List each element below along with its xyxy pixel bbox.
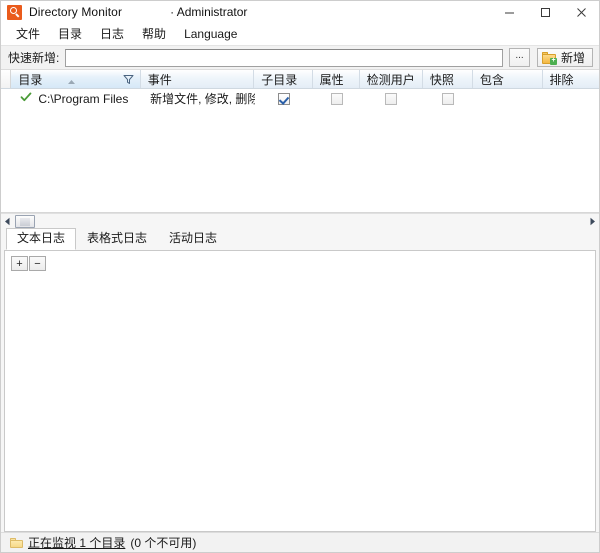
maximize-button[interactable] (527, 1, 563, 23)
tab-text-log[interactable]: 文本日志 (6, 228, 76, 250)
tab-table-log[interactable]: 表格式日志 (76, 228, 158, 250)
column-header-attributes[interactable]: 属性 (313, 70, 360, 88)
scrollbar-track[interactable] (14, 214, 586, 229)
log-content[interactable] (5, 273, 595, 531)
detect-user-checkbox[interactable] (385, 93, 397, 105)
directory-table: 目录 事件 子目录 属性 检测用户 快照 (1, 70, 599, 213)
green-check-icon (20, 91, 32, 106)
zoom-in-button[interactable]: + (11, 256, 28, 271)
quick-add-label: 快速新增: (8, 49, 59, 66)
log-toolbar: + − (5, 251, 595, 273)
window-title-user: · Administrator (170, 5, 247, 19)
column-header-directory[interactable]: 目录 (11, 70, 140, 88)
cell-detect-user (360, 89, 423, 108)
status-monitor-link[interactable]: 正在监视 1 个目录 (28, 534, 125, 551)
log-tabs: 文本日志 表格式日志 活动日志 (1, 229, 599, 250)
table-body: C:\Program Files 新增文件, 修改, 删除, 重... (1, 89, 599, 108)
cell-subdirectories (255, 89, 313, 108)
column-header-snapshot-label: 快照 (430, 71, 454, 88)
cell-include (473, 89, 543, 108)
cell-directory-text: C:\Program Files (38, 92, 128, 106)
attributes-checkbox[interactable] (331, 93, 343, 105)
column-header-events-label: 事件 (148, 71, 172, 88)
row-gutter (1, 89, 11, 108)
column-header-exclude[interactable]: 排除 (543, 70, 599, 88)
tab-activity-log[interactable]: 活动日志 (158, 228, 228, 250)
title-bar: Directory Monitor · Administrator (1, 1, 599, 24)
column-header-detect-user-label: 检测用户 (367, 71, 415, 88)
close-button[interactable] (563, 1, 599, 23)
cell-directory: C:\Program Files (11, 89, 141, 108)
column-header-include-label: 包含 (480, 71, 504, 88)
add-button-label: 新增 (561, 49, 585, 66)
minimize-button[interactable] (491, 1, 527, 23)
browse-button[interactable]: ... (509, 48, 530, 67)
column-header-attributes-label: 属性 (320, 71, 344, 88)
column-header-events[interactable]: 事件 (141, 70, 255, 88)
scrollbar-thumb[interactable] (15, 215, 35, 228)
log-panel: + − (4, 250, 596, 532)
funnel-filter-icon[interactable] (123, 74, 134, 88)
table-header-gutter (1, 70, 11, 88)
snapshot-checkbox[interactable] (442, 93, 454, 105)
quick-add-input[interactable] (65, 49, 503, 67)
column-header-subdirectories[interactable]: 子目录 (254, 70, 312, 88)
menu-item-log[interactable]: 日志 (91, 25, 133, 44)
magnifier-icon (7, 5, 22, 20)
subdirectories-checkbox[interactable] (278, 93, 290, 105)
cell-events: 新增文件, 修改, 删除, 重... (141, 89, 255, 108)
cell-snapshot (423, 89, 473, 108)
column-header-directory-label: 目录 (18, 71, 42, 88)
arrow-left-icon[interactable] (1, 214, 14, 229)
menu-bar: 文件 目录 日志 帮助 Language (1, 24, 599, 46)
column-header-subdirectories-label: 子目录 (261, 71, 297, 88)
zoom-out-button[interactable]: − (29, 256, 46, 271)
status-bar: 正在监视 1 个目录 (0 个不可用) (1, 532, 599, 552)
menu-item-help[interactable]: 帮助 (133, 25, 175, 44)
menu-item-file[interactable]: 文件 (7, 25, 49, 44)
column-header-exclude-label: 排除 (550, 71, 574, 88)
folder-add-icon: + (542, 52, 556, 64)
table-header-row: 目录 事件 子目录 属性 检测用户 快照 (1, 70, 599, 89)
folder-icon (10, 538, 23, 548)
column-header-include[interactable]: 包含 (473, 70, 543, 88)
menu-item-directory[interactable]: 目录 (49, 25, 91, 44)
table-horizontal-scrollbar[interactable] (1, 213, 599, 229)
app-window: Directory Monitor · Administrator 文件 目录 … (0, 0, 600, 553)
add-button[interactable]: + 新增 (537, 48, 593, 67)
quick-add-toolbar: 快速新增: ... + 新增 (1, 46, 599, 70)
cell-exclude (542, 89, 599, 108)
column-header-snapshot[interactable]: 快照 (423, 70, 473, 88)
table-row[interactable]: C:\Program Files 新增文件, 修改, 删除, 重... (1, 89, 599, 108)
status-unavailable-count: (0 个不可用) (130, 534, 196, 551)
menu-item-language[interactable]: Language (175, 25, 246, 44)
cell-attributes (313, 89, 360, 108)
sort-ascending-icon (67, 74, 76, 88)
column-header-detect-user[interactable]: 检测用户 (360, 70, 423, 88)
window-controls (491, 1, 599, 23)
arrow-right-icon[interactable] (586, 214, 599, 229)
window-title: Directory Monitor (29, 5, 122, 19)
